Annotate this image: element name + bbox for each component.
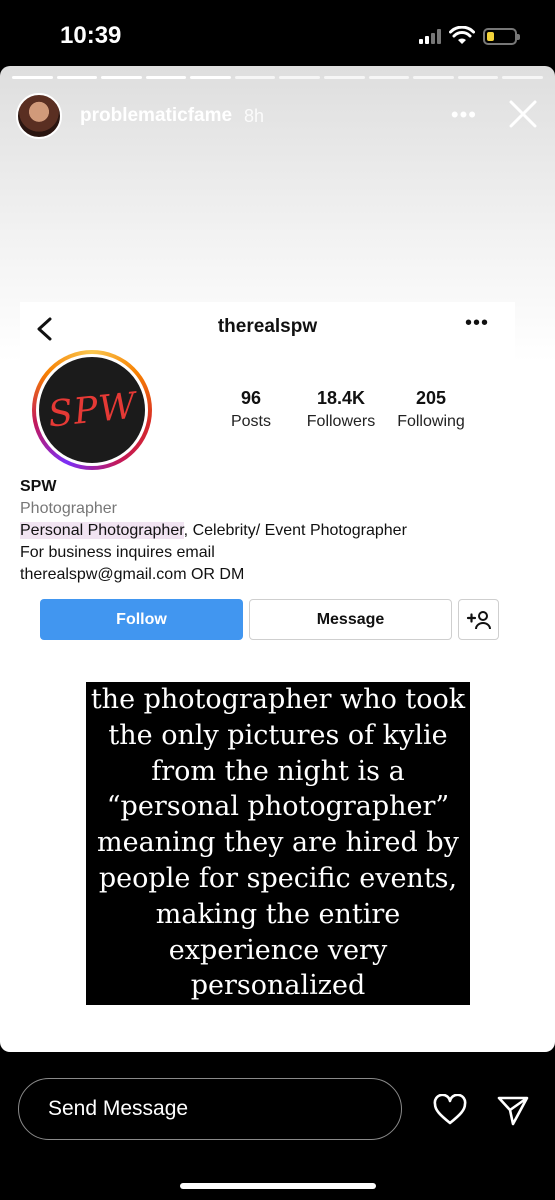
progress-segment bbox=[190, 76, 231, 79]
progress-segment bbox=[12, 76, 53, 79]
send-icon[interactable] bbox=[496, 1094, 530, 1126]
battery-icon bbox=[483, 27, 520, 45]
profile-bio: SPW Photographer Personal Photographer, … bbox=[20, 476, 407, 586]
caption-line: the photographer who took bbox=[90, 684, 466, 715]
status-bar: 10:39 bbox=[0, 0, 555, 70]
avatar[interactable] bbox=[16, 93, 62, 139]
more-icon[interactable]: ••• bbox=[451, 102, 477, 128]
story-view[interactable]: problematicfame 8h ••• therealspw ••• SP… bbox=[0, 66, 555, 1052]
progress-segment bbox=[56, 76, 98, 79]
story-time: 8h bbox=[244, 105, 265, 126]
wifi-icon bbox=[449, 26, 475, 44]
story-username[interactable]: problematicfame bbox=[80, 105, 232, 127]
heart-icon[interactable] bbox=[432, 1094, 468, 1126]
stat-value: 18.4K bbox=[316, 388, 366, 408]
story-caption: the photographer who took the only pictur… bbox=[86, 682, 470, 1005]
caption-line: “personal photographer” bbox=[106, 791, 450, 823]
caption-line: making the entire bbox=[155, 898, 401, 930]
stat-label: Posts bbox=[230, 413, 271, 430]
caption-line: personalized bbox=[190, 970, 366, 1002]
bio-name: SPW bbox=[20, 478, 57, 495]
add-user-button bbox=[458, 599, 499, 640]
caption-line: experience very bbox=[168, 934, 388, 966]
stat-value: 205 bbox=[415, 388, 447, 408]
bio-highlight: Personal Photographer bbox=[20, 522, 184, 539]
close-icon[interactable] bbox=[507, 98, 539, 130]
story-header: problematicfame 8h ••• bbox=[16, 92, 539, 140]
progress-segment bbox=[368, 76, 410, 79]
progress-segment bbox=[413, 76, 454, 79]
bio-line: Personal Photographer, Celebrity/ Event … bbox=[20, 520, 407, 542]
stat-following: 205 Following bbox=[386, 388, 476, 431]
caption-line: the only pictures of kylie bbox=[108, 719, 448, 751]
profile-picture: SPW bbox=[32, 350, 152, 470]
reply-bar: Send Message bbox=[0, 1052, 555, 1200]
bio-line: For business inquires email bbox=[20, 544, 215, 561]
stat-label: Followers bbox=[306, 413, 376, 430]
stat-label: Following bbox=[397, 413, 465, 430]
follow-button: Follow bbox=[40, 599, 243, 640]
send-message-input[interactable]: Send Message bbox=[18, 1078, 402, 1140]
profile-stats: 96 Posts 18.4K Followers 205 Following bbox=[206, 388, 476, 431]
bio-text: , Celebrity/ Event Photographer bbox=[183, 522, 407, 539]
story-progress-bar bbox=[12, 76, 543, 79]
message-button: Message bbox=[249, 599, 452, 640]
caption-line: from the night is a bbox=[151, 755, 405, 787]
status-icons bbox=[419, 26, 520, 46]
more-icon: ••• bbox=[464, 312, 489, 334]
progress-segment bbox=[234, 76, 276, 79]
signal-icon bbox=[419, 28, 441, 44]
bio-category: Photographer bbox=[20, 500, 117, 517]
progress-segment bbox=[101, 76, 142, 79]
progress-segment bbox=[145, 76, 187, 79]
stat-value: 96 bbox=[240, 388, 262, 408]
progress-segment bbox=[457, 76, 499, 79]
stat-posts: 96 Posts bbox=[206, 388, 296, 431]
progress-segment bbox=[324, 76, 365, 79]
caption-line: meaning they are hired by bbox=[97, 827, 459, 859]
add-user-icon bbox=[466, 610, 491, 629]
progress-segment bbox=[502, 76, 543, 79]
bio-line: therealspw@gmail.com OR DM bbox=[20, 566, 245, 583]
caption-line: people for specific events, bbox=[98, 862, 458, 894]
home-indicator bbox=[180, 1183, 376, 1189]
logo: SPW bbox=[45, 384, 139, 436]
profile-username: therealspw bbox=[217, 316, 318, 337]
progress-segment bbox=[279, 76, 321, 79]
stat-followers: 18.4K Followers bbox=[296, 388, 386, 431]
status-time: 10:39 bbox=[60, 22, 122, 49]
